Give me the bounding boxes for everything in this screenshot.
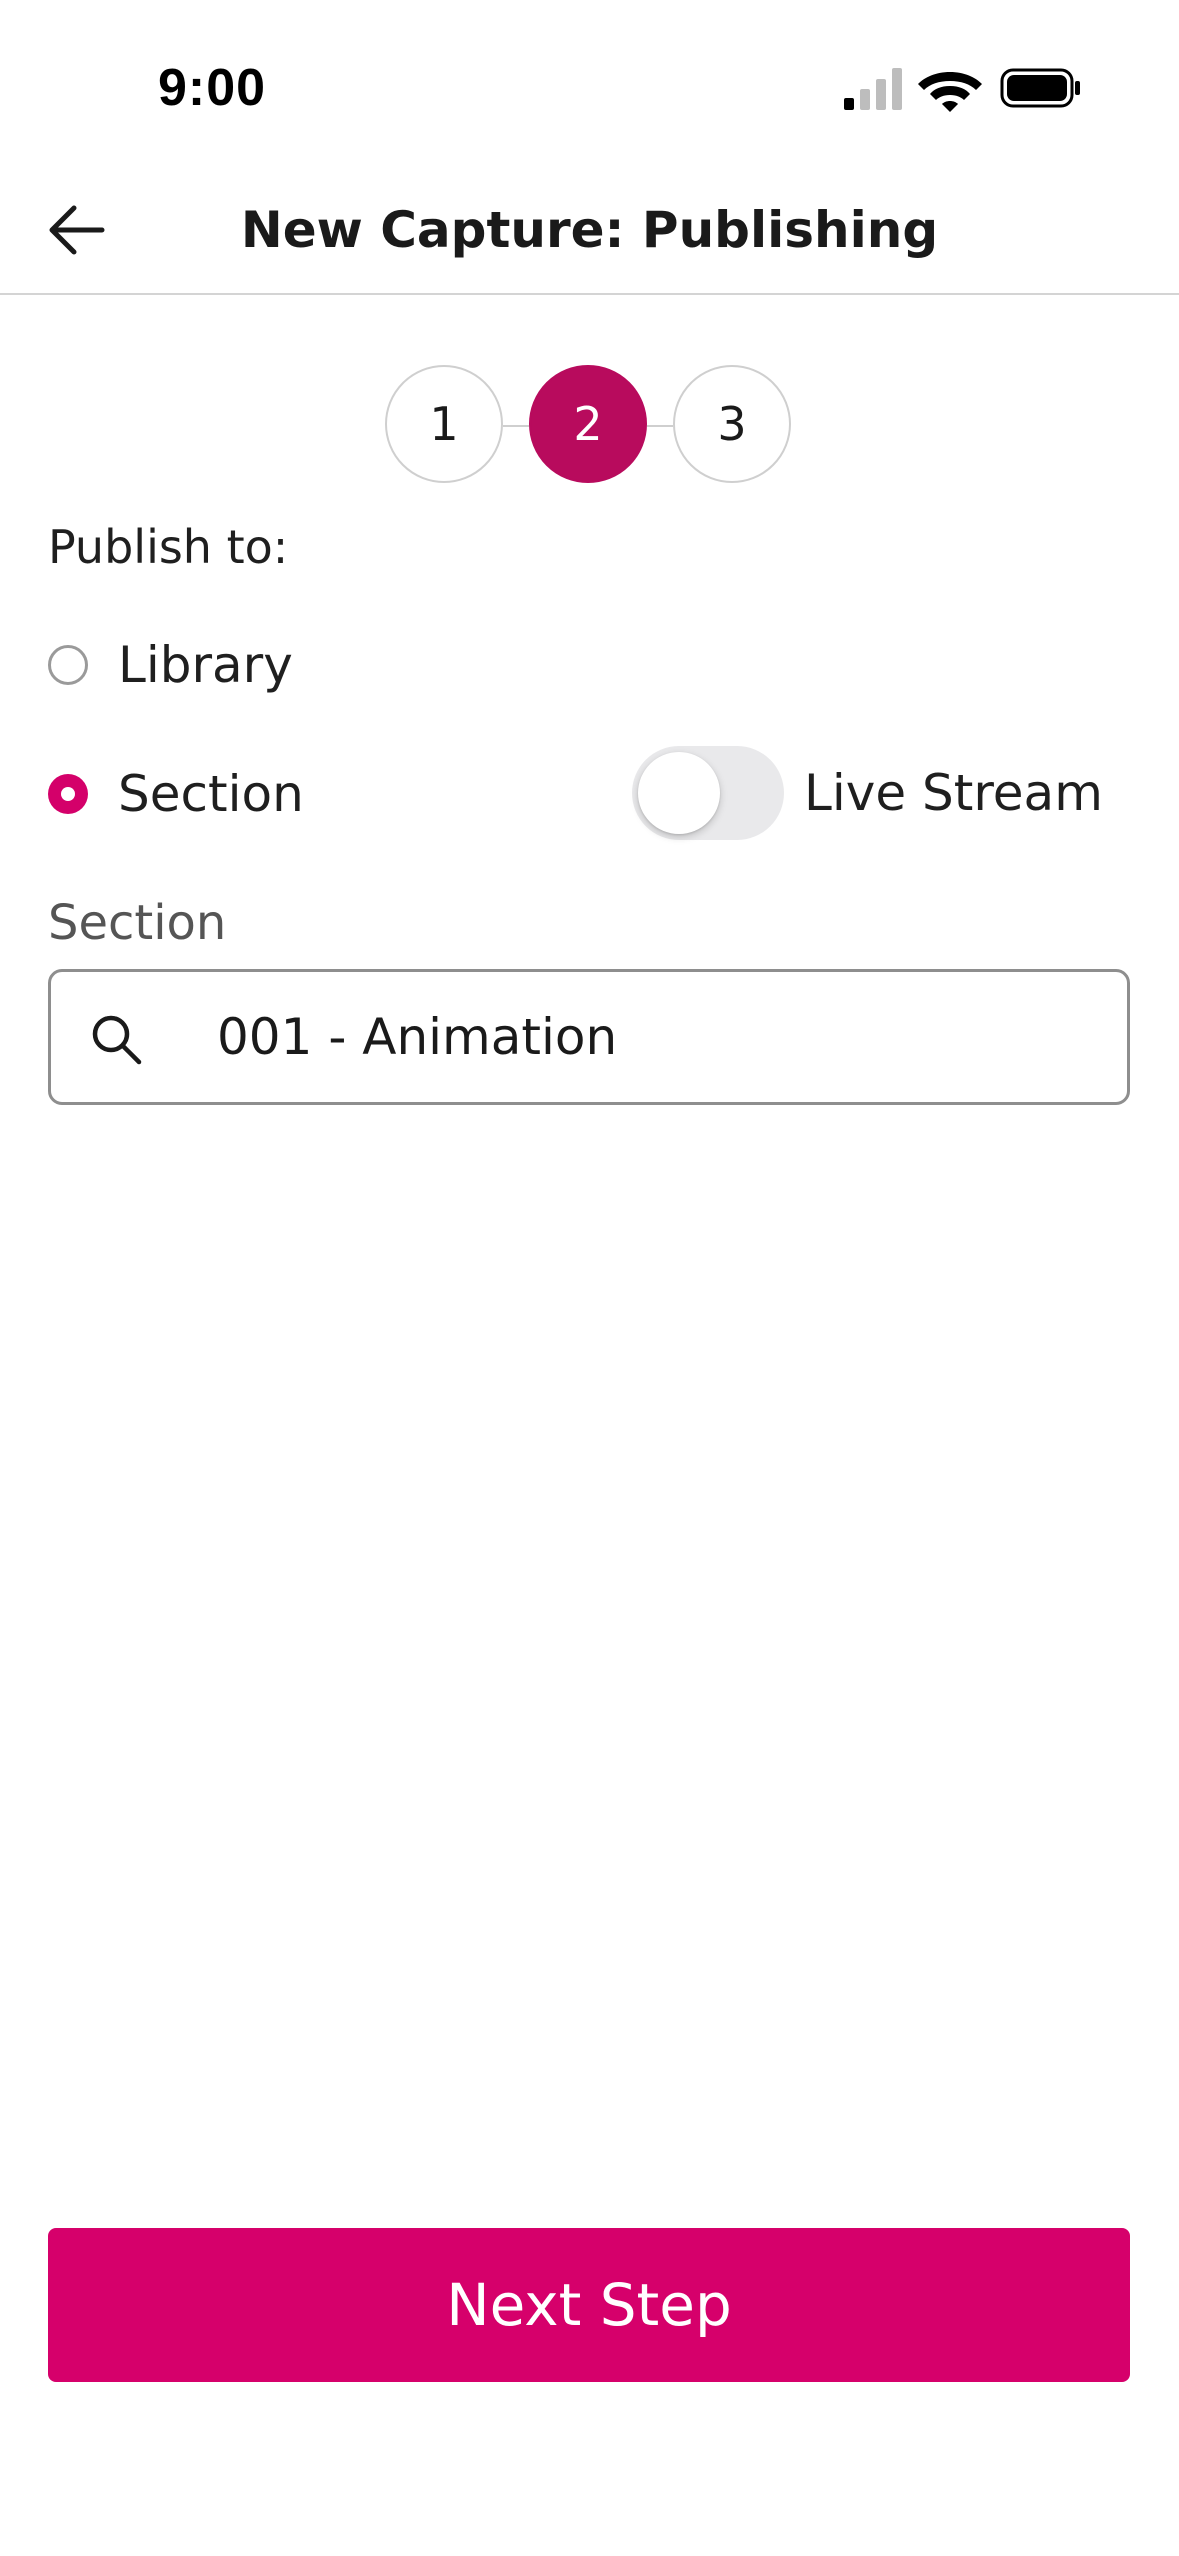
cellular-signal-icon [844, 68, 902, 110]
live-stream-toggle[interactable] [632, 746, 784, 840]
radio-label-section: Section [118, 765, 304, 823]
step-1[interactable]: 1 [385, 365, 503, 483]
live-stream-control: Live Stream [632, 746, 1103, 840]
status-bar: 9:00 [0, 0, 1179, 170]
radio-button-library[interactable] [48, 645, 88, 685]
publish-to-label: Publish to: [48, 520, 289, 574]
toggle-knob [638, 752, 720, 834]
step-indicator: 1 2 3 [385, 365, 795, 487]
radio-option-section[interactable]: Section [48, 759, 304, 829]
battery-icon [1000, 68, 1080, 108]
live-stream-label: Live Stream [804, 764, 1103, 822]
next-step-button[interactable]: Next Step [48, 2228, 1130, 2382]
step-connector [647, 425, 673, 427]
nav-header: New Capture: Publishing [0, 170, 1179, 295]
section-search-input[interactable]: 001 - Animation [48, 969, 1130, 1105]
wifi-icon [918, 72, 982, 112]
radio-option-library[interactable]: Library [48, 630, 293, 700]
step-2-active[interactable]: 2 [529, 365, 647, 483]
radio-label-library: Library [118, 636, 293, 694]
radio-button-section[interactable] [48, 774, 88, 814]
step-3[interactable]: 3 [673, 365, 791, 483]
step-connector [503, 425, 529, 427]
section-field-label: Section [48, 895, 227, 951]
section-search-value: 001 - Animation [217, 1008, 618, 1066]
page-title: New Capture: Publishing [240, 201, 939, 259]
status-icons [844, 68, 1080, 112]
status-time: 9:00 [158, 59, 267, 117]
search-icon [92, 1015, 142, 1065]
